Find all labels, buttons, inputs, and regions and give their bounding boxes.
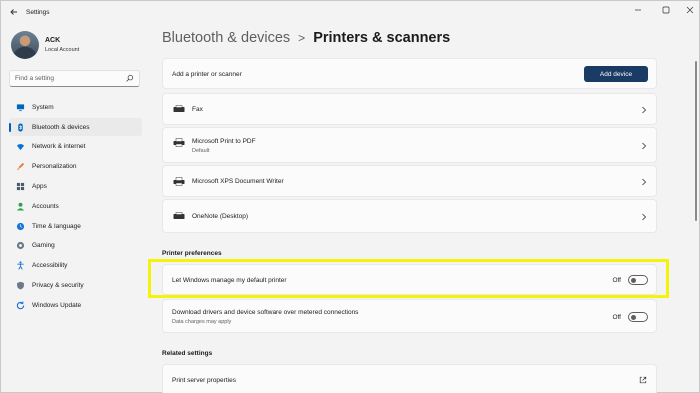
print-server-properties-row[interactable]: Print server properties bbox=[162, 364, 657, 393]
external-link-icon bbox=[639, 376, 647, 384]
monitor-icon bbox=[16, 104, 25, 111]
metered-download-label: Download drivers and device software ove… bbox=[172, 309, 359, 316]
metered-download-toggle[interactable] bbox=[628, 312, 648, 322]
sidebar-nav: System Bluetooth & devices Network & int… bbox=[9, 98, 142, 316]
chevron-right-icon bbox=[642, 178, 647, 186]
sidebar-item-label: Accounts bbox=[32, 202, 59, 210]
printer-name: Fax bbox=[192, 106, 203, 113]
maximize-icon[interactable] bbox=[659, 5, 673, 15]
wifi-icon bbox=[16, 144, 25, 151]
metered-download-note: Data charges may apply bbox=[172, 319, 232, 325]
sidebar-item-time-language[interactable]: Time & language bbox=[9, 217, 142, 236]
breadcrumb-separator: > bbox=[298, 31, 306, 45]
printer-icon bbox=[173, 212, 185, 219]
print-server-properties-label: Print server properties bbox=[172, 377, 236, 384]
sidebar-item-label: Windows Update bbox=[32, 301, 82, 309]
toggle-state-label: Off bbox=[612, 313, 621, 321]
sidebar-item-windows-update[interactable]: Windows Update bbox=[9, 296, 142, 315]
sidebar-item-apps[interactable]: Apps bbox=[9, 177, 142, 196]
sidebar-item-label: Privacy & security bbox=[32, 281, 84, 289]
printer-row-fax[interactable]: Fax bbox=[162, 93, 657, 125]
printer-name: Microsoft Print to PDF bbox=[192, 138, 256, 145]
sidebar-item-label: Apps bbox=[32, 182, 47, 190]
printer-row-microsoft-xps-document-writer[interactable]: Microsoft XPS Document Writer bbox=[162, 165, 657, 197]
sidebar-item-label: Network & internet bbox=[32, 143, 86, 151]
fax-icon bbox=[173, 105, 185, 112]
brush-icon bbox=[16, 163, 25, 171]
manage-default-toggle-group: Off bbox=[612, 275, 648, 285]
related-settings-heading: Related settings bbox=[162, 350, 213, 357]
sidebar-item-system[interactable]: System bbox=[9, 98, 142, 117]
globe-clock-icon bbox=[16, 222, 25, 230]
printer-preferences-heading: Printer preferences bbox=[162, 250, 222, 257]
manage-default-printer-row: Let Windows manage my default printer Of… bbox=[162, 264, 657, 295]
search-input[interactable] bbox=[10, 71, 120, 86]
sidebar-item-label: Bluetooth & devices bbox=[32, 123, 90, 131]
title-bar: Settings bbox=[1, 1, 699, 23]
sidebar-item-bluetooth-devices[interactable]: Bluetooth & devices bbox=[9, 117, 142, 137]
sidebar-item-label: System bbox=[32, 103, 54, 111]
printer-icon bbox=[173, 138, 185, 147]
search-icon[interactable] bbox=[125, 74, 134, 83]
printer-status: Default bbox=[192, 148, 210, 154]
window-title: Settings bbox=[26, 9, 50, 16]
minimize-icon[interactable] bbox=[631, 5, 645, 15]
printer-row-onenote-desktop[interactable]: OneNote (Desktop) bbox=[162, 199, 657, 233]
sidebar-item-personalization[interactable]: Personalization bbox=[9, 157, 142, 176]
metered-toggle-group: Off bbox=[612, 312, 648, 322]
chevron-right-icon bbox=[642, 106, 647, 114]
settings-window: Settings ACK Local Account System Blueto… bbox=[0, 0, 700, 393]
shield-icon bbox=[17, 281, 24, 290]
printer-row-microsoft-print-to-pdf[interactable]: Microsoft Print to PDF Default bbox=[162, 127, 657, 163]
person-icon bbox=[16, 202, 25, 211]
metered-download-row: Download drivers and device software ove… bbox=[162, 299, 657, 333]
toggle-state-label: Off bbox=[612, 276, 621, 284]
printer-icon bbox=[173, 177, 185, 186]
account-type: Local Account bbox=[45, 47, 80, 53]
search-box[interactable] bbox=[9, 70, 140, 87]
avatar[interactable] bbox=[11, 31, 39, 59]
sidebar-item-accessibility[interactable]: Accessibility bbox=[9, 256, 142, 275]
sidebar-item-gaming[interactable]: Gaming bbox=[9, 237, 142, 256]
controller-icon bbox=[16, 242, 25, 250]
sidebar-item-accounts[interactable]: Accounts bbox=[9, 197, 142, 216]
close-icon[interactable] bbox=[683, 5, 697, 15]
sidebar-item-label: Gaming bbox=[32, 242, 55, 250]
update-icon bbox=[16, 301, 25, 309]
scrollbar[interactable] bbox=[695, 61, 697, 221]
add-printer-label: Add a printer or scanner bbox=[172, 71, 242, 78]
manage-default-printer-label: Let Windows manage my default printer bbox=[172, 277, 287, 284]
sidebar-item-label: Accessibility bbox=[32, 262, 68, 270]
sidebar-item-label: Personalization bbox=[32, 163, 77, 171]
apps-icon bbox=[16, 182, 25, 191]
chevron-right-icon bbox=[642, 213, 647, 221]
breadcrumb: Bluetooth & devices > Printers & scanner… bbox=[162, 30, 450, 46]
user-name: ACK bbox=[45, 37, 61, 44]
accessibility-icon bbox=[17, 261, 24, 270]
page-title: Printers & scanners bbox=[313, 30, 451, 46]
toggle-knob bbox=[631, 315, 636, 320]
sidebar-item-privacy-security[interactable]: Privacy & security bbox=[9, 276, 142, 295]
bluetooth-icon bbox=[18, 122, 23, 132]
chevron-right-icon bbox=[642, 142, 647, 150]
sidebar-item-label: Time & language bbox=[32, 222, 81, 230]
add-device-button[interactable]: Add device bbox=[584, 66, 648, 82]
toggle-knob bbox=[631, 278, 636, 283]
manage-default-printer-toggle[interactable] bbox=[628, 275, 648, 285]
back-arrow-icon[interactable] bbox=[9, 7, 19, 17]
breadcrumb-parent[interactable]: Bluetooth & devices bbox=[162, 30, 290, 46]
sidebar-item-network-internet[interactable]: Network & internet bbox=[9, 138, 142, 157]
add-printer-card: Add a printer or scanner Add device bbox=[162, 58, 657, 89]
printer-name: OneNote (Desktop) bbox=[192, 213, 248, 220]
printer-name: Microsoft XPS Document Writer bbox=[192, 178, 284, 185]
